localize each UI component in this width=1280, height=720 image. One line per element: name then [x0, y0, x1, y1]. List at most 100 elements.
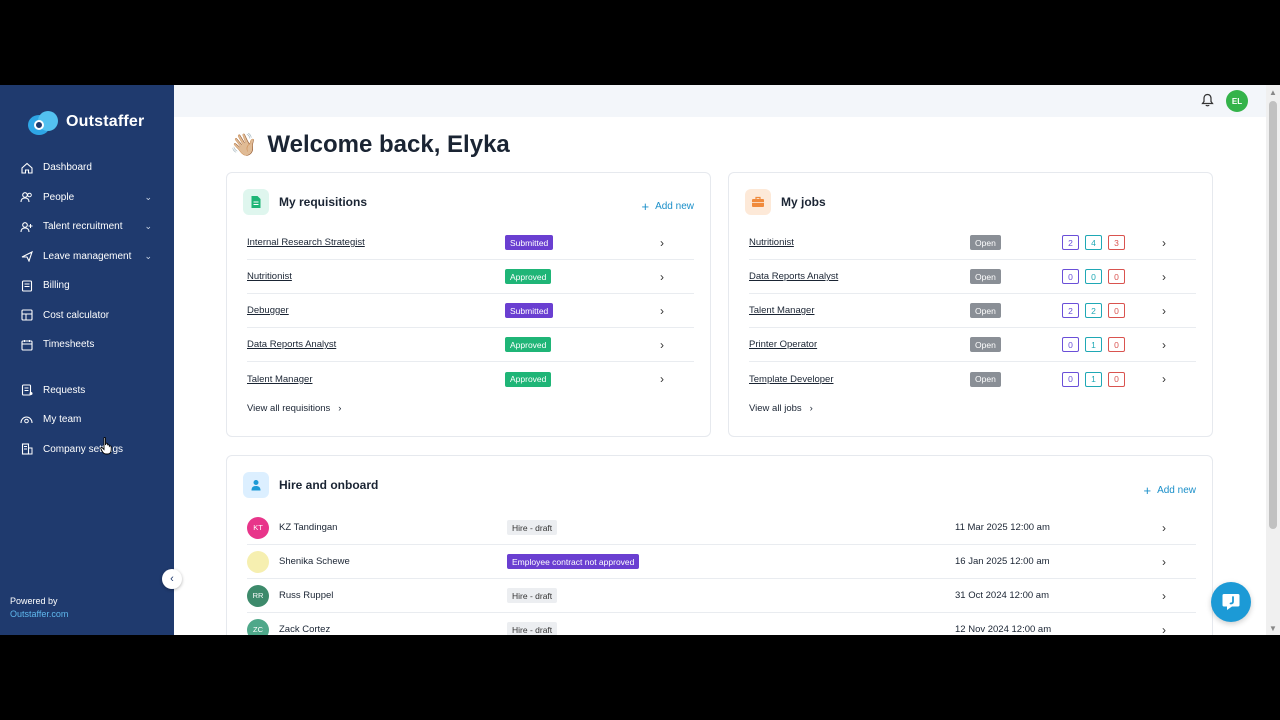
job-row[interactable]: Talent Manager Open 2 2 0 › — [749, 294, 1196, 328]
sidebar-item-people[interactable]: People ⌄ — [0, 183, 174, 213]
chevron-right-icon[interactable]: › — [1162, 338, 1166, 352]
collapse-sidebar-button[interactable]: ‹ — [162, 569, 182, 589]
scroll-thumb[interactable] — [1269, 101, 1277, 529]
hire-row[interactable]: RR Russ Ruppel Hire - draft 31 Oct 2024 … — [247, 579, 1196, 613]
status-badge: Approved — [505, 371, 552, 387]
request-icon — [20, 384, 33, 397]
requisition-row[interactable]: Nutritionist Approved › — [247, 260, 694, 294]
chevron-right-icon[interactable]: › — [1162, 270, 1166, 284]
count-badge[interactable]: 1 — [1085, 371, 1102, 387]
sidebar-item-label: Requests — [43, 384, 86, 396]
status-badge: Employee contract not approved — [507, 554, 640, 569]
chevron-right-icon[interactable]: › — [1162, 623, 1166, 636]
requisition-row[interactable]: Debugger Submitted › — [247, 294, 694, 328]
hire-row[interactable]: KT KZ Tandingan Hire - draft 11 Mar 2025… — [247, 511, 1196, 545]
sidebar-item-talent-recruitment[interactable]: Talent recruitment ⌄ — [0, 212, 174, 242]
requisition-row[interactable]: Talent Manager Approved › — [247, 362, 694, 396]
chevron-right-icon[interactable]: › — [1162, 521, 1166, 535]
count-badge[interactable]: 2 — [1062, 303, 1079, 318]
hand-cursor-icon — [100, 437, 114, 460]
chevron-right-icon[interactable]: › — [660, 338, 664, 352]
job-row[interactable]: Template Developer Open 0 1 0 › — [749, 362, 1196, 396]
sidebar-item-timesheets[interactable]: Timesheets — [0, 330, 174, 360]
requisition-name[interactable]: Nutritionist — [247, 271, 292, 282]
chevron-right-icon[interactable]: › — [660, 270, 664, 284]
brand-logo[interactable]: Outstaffer — [28, 109, 144, 135]
job-row[interactable]: Data Reports Analyst Open 0 0 0 › — [749, 260, 1196, 294]
view-all-requisitions-link[interactable]: View all requisitions › — [247, 403, 341, 414]
count-badge[interactable]: 0 — [1108, 337, 1125, 352]
requisition-row[interactable]: Data Reports Analyst Approved › — [247, 328, 694, 362]
count-badge[interactable]: 1 — [1085, 337, 1102, 352]
requisition-name[interactable]: Debugger — [247, 305, 289, 316]
user-avatar[interactable]: EL — [1226, 90, 1248, 112]
card-header: My requisitions — [243, 189, 367, 215]
job-name[interactable]: Data Reports Analyst — [749, 271, 838, 282]
count-badge[interactable]: 0 — [1062, 269, 1079, 284]
job-name[interactable]: Template Developer — [749, 374, 834, 385]
document-icon — [243, 189, 269, 215]
job-name[interactable]: Talent Manager — [749, 305, 814, 316]
calculator-icon — [20, 309, 33, 322]
scroll-up-arrow-icon[interactable]: ▲ — [1269, 88, 1277, 97]
sidebar-item-leave-management[interactable]: Leave management ⌄ — [0, 242, 174, 272]
brand-name: Outstaffer — [66, 113, 145, 130]
job-row[interactable]: Printer Operator Open 0 1 0 › — [749, 328, 1196, 362]
sidebar-item-my-team[interactable]: My team — [0, 405, 174, 435]
add-requisition-button[interactable]: + Add new — [641, 199, 694, 214]
chevron-right-icon[interactable]: › — [1162, 236, 1166, 250]
sidebar-item-requests[interactable]: Requests — [0, 376, 174, 406]
job-row[interactable]: Nutritionist Open 2 4 3 › — [749, 226, 1196, 260]
sidebar-item-company-settings[interactable]: Company settings — [0, 435, 174, 465]
powered-by-link[interactable]: Outstaffer.com — [10, 608, 68, 621]
card-title: My jobs — [781, 195, 826, 209]
candidate-counts: 2 4 3 — [1062, 235, 1125, 250]
chevron-right-icon[interactable]: › — [1162, 372, 1166, 386]
chat-support-button[interactable] — [1211, 582, 1251, 622]
chevron-right-icon[interactable]: › — [660, 236, 664, 250]
job-name[interactable]: Nutritionist — [749, 237, 794, 248]
count-badge[interactable]: 0 — [1062, 371, 1079, 387]
add-hire-button[interactable]: + Add new — [1143, 483, 1196, 498]
chevron-right-icon[interactable]: › — [660, 304, 664, 318]
chevron-right-icon[interactable]: › — [1162, 589, 1166, 603]
hire-row[interactable]: ZC Zack Cortez Hire - draft 12 Nov 2024 … — [247, 613, 1196, 635]
chevron-down-icon: ⌄ — [144, 191, 152, 202]
chevron-right-icon[interactable]: › — [1162, 304, 1166, 318]
page-scrollbar[interactable]: ▲ ▼ — [1266, 85, 1280, 635]
job-name[interactable]: Printer Operator — [749, 339, 817, 350]
count-badge[interactable]: 4 — [1085, 235, 1102, 250]
requisition-name[interactable]: Data Reports Analyst — [247, 339, 336, 350]
count-badge[interactable]: 3 — [1108, 235, 1125, 250]
powered-by-text: Powered by — [10, 596, 58, 606]
view-all-jobs-link[interactable]: View all jobs › — [749, 403, 813, 414]
count-badge[interactable]: 2 — [1085, 303, 1102, 318]
chat-icon — [1222, 594, 1240, 610]
scroll-down-arrow-icon[interactable]: ▼ — [1269, 624, 1277, 633]
card-header: My jobs — [745, 189, 826, 215]
sidebar-item-dashboard[interactable]: Dashboard — [0, 153, 174, 183]
count-badge[interactable]: 2 — [1062, 235, 1079, 250]
chevron-right-icon[interactable]: › — [660, 372, 664, 386]
notification-bell-icon[interactable] — [1201, 93, 1214, 112]
chevron-down-icon: ⌄ — [144, 221, 152, 232]
sidebar-item-cost-calculator[interactable]: Cost calculator — [0, 301, 174, 331]
sidebar-nav: Dashboard People ⌄ Talent recruitment ⌄ … — [0, 153, 174, 464]
jobs-card: My jobs Nutritionist Open 2 4 3 › Data R… — [728, 172, 1213, 437]
count-badge[interactable]: 0 — [1108, 303, 1125, 318]
sidebar-item-label: Leave management — [43, 250, 132, 262]
count-badge[interactable]: 0 — [1062, 337, 1079, 352]
requisition-name[interactable]: Internal Research Strategist — [247, 237, 365, 248]
chevron-right-icon[interactable]: › — [1162, 555, 1166, 569]
requisition-name[interactable]: Talent Manager — [247, 374, 312, 385]
hire-date: 12 Nov 2024 12:00 am — [955, 624, 1052, 635]
count-badge[interactable]: 0 — [1085, 269, 1102, 284]
sidebar-item-label: Company settings — [43, 443, 124, 455]
page-title: Welcome back, Elyka — [267, 131, 510, 158]
hire-row[interactable]: SS Shenika Schewe Employee contract not … — [247, 545, 1196, 579]
count-badge[interactable]: 0 — [1108, 371, 1125, 387]
hire-date: 11 Mar 2025 12:00 am — [955, 522, 1050, 533]
requisition-row[interactable]: Internal Research Strategist Submitted › — [247, 226, 694, 260]
sidebar-item-billing[interactable]: Billing — [0, 271, 174, 301]
count-badge[interactable]: 0 — [1108, 269, 1125, 284]
